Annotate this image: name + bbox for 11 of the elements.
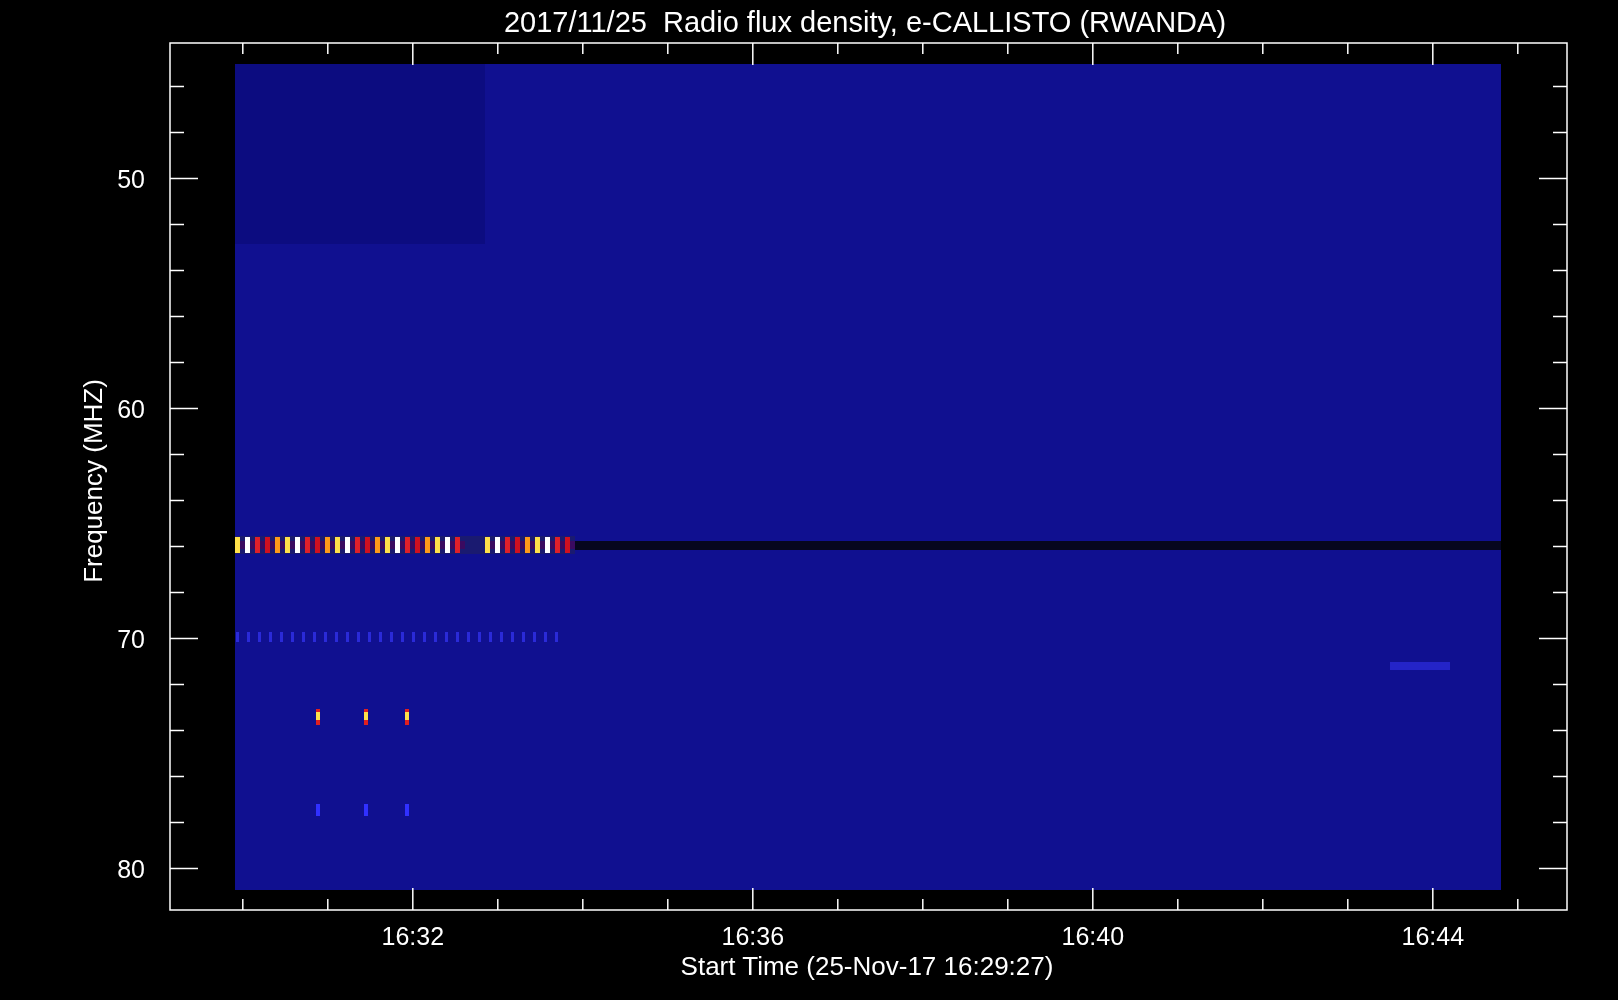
y-tick-label: 80	[117, 854, 145, 883]
x-tick-label: 16:36	[721, 922, 785, 950]
x-tick-label: 16:44	[1401, 922, 1465, 950]
y-tick-label: 50	[117, 164, 145, 193]
y-tick-label: 60	[117, 394, 145, 423]
x-tick-label: 16:32	[381, 922, 445, 950]
y-tick-label: 70	[117, 624, 145, 653]
x-axis-label: Start Time (25-Nov-17 16:29:27)	[680, 951, 1054, 981]
x-tick-label: 16:40	[1061, 922, 1125, 950]
chart-title: 2017/11/25 Radio flux density, e-CALLISTO (RWANDA)	[503, 6, 1227, 38]
y-axis-label: Frequency (MHZ)	[78, 379, 108, 583]
